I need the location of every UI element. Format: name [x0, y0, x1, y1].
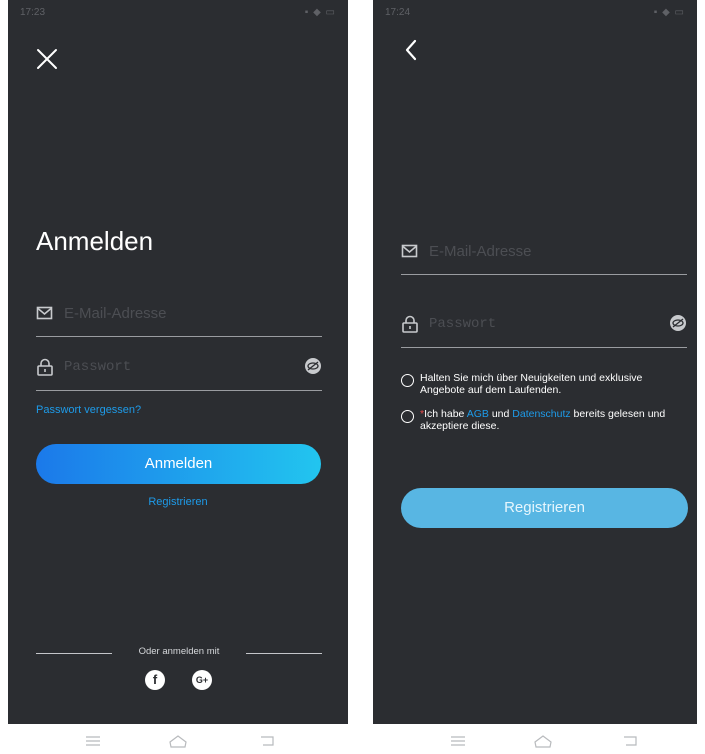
login-button[interactable]: Anmelden	[36, 444, 321, 484]
register-link[interactable]: Registrieren	[8, 496, 348, 508]
nav-bar-left	[8, 730, 348, 754]
facebook-icon[interactable]: f	[145, 670, 165, 690]
newsletter-radio[interactable]	[401, 374, 414, 387]
terms-label: *Ich habe AGB und Datenschutz bereits ge…	[420, 408, 670, 432]
register-button[interactable]: Registrieren	[401, 488, 688, 528]
email-field[interactable]	[401, 234, 687, 275]
back-arrow-icon[interactable]	[403, 38, 419, 62]
home-icon[interactable]	[533, 734, 553, 750]
privacy-link[interactable]: Datenschutz	[512, 408, 570, 420]
terms-prefix: Ich habe	[424, 408, 467, 420]
close-icon[interactable]	[36, 48, 58, 70]
password-input[interactable]	[64, 356, 284, 378]
status-bar: 17:24 ▪ ◆ ▭	[373, 6, 697, 20]
home-icon[interactable]	[168, 734, 188, 750]
status-icons: ▪ ◆ ▭	[653, 7, 685, 18]
terms-and: und	[488, 408, 513, 420]
mail-icon	[401, 244, 418, 258]
social-divider: Oder anmelden mit	[36, 646, 322, 660]
email-field[interactable]	[36, 296, 322, 337]
google-plus-icon[interactable]: G+	[192, 670, 212, 690]
login-screen: 17:23 ▪ ◆ ▭ Anmelden Passwort vergessen?…	[8, 0, 348, 724]
mail-icon	[36, 306, 53, 320]
hide-password-icon[interactable]	[304, 357, 322, 375]
divider-line-right	[246, 653, 322, 654]
newsletter-checkbox[interactable]: Halten Sie mich über Neuigkeiten und exk…	[401, 372, 691, 400]
password-field[interactable]	[401, 307, 687, 348]
menu-icon[interactable]	[84, 734, 102, 748]
forgot-password-link[interactable]: Passwort vergessen?	[36, 404, 141, 416]
nav-bar-right	[373, 730, 697, 754]
status-bar: 17:23 ▪ ◆ ▭	[8, 6, 348, 20]
agb-link[interactable]: AGB	[467, 408, 489, 420]
email-input[interactable]	[429, 240, 649, 262]
back-icon[interactable]	[258, 734, 276, 748]
hide-password-icon[interactable]	[669, 314, 687, 332]
lock-icon	[37, 358, 53, 376]
back-icon[interactable]	[621, 734, 639, 748]
status-time: 17:23	[20, 7, 46, 18]
lock-icon	[402, 315, 418, 333]
password-field[interactable]	[36, 350, 322, 391]
menu-icon[interactable]	[449, 734, 467, 748]
social-divider-text: Oder anmelden mit	[138, 646, 220, 657]
email-input[interactable]	[64, 302, 284, 324]
terms-checkbox[interactable]: *Ich habe AGB und Datenschutz bereits ge…	[401, 408, 691, 436]
newsletter-label: Halten Sie mich über Neuigkeiten und exk…	[420, 372, 643, 396]
status-icons: ▪ ◆ ▭	[304, 7, 336, 18]
password-input[interactable]	[429, 313, 649, 335]
page-title: Anmelden	[36, 226, 154, 256]
register-screen: 17:24 ▪ ◆ ▭ Halten Sie mich über Neuigke…	[373, 0, 697, 724]
terms-radio[interactable]	[401, 410, 414, 423]
status-time: 17:24	[385, 7, 411, 18]
